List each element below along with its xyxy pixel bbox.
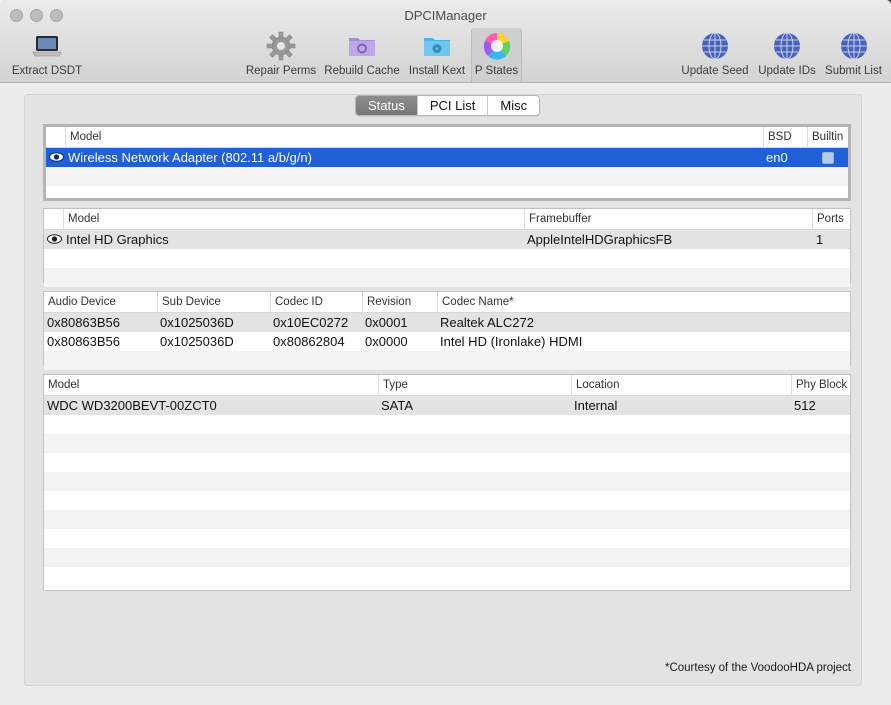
tab-pci-list[interactable]: PCI List <box>418 96 489 115</box>
dpcimanager-window: DPCIManager Extract DSDT Repair Perms Re… <box>0 0 891 705</box>
empty-row <box>44 453 850 472</box>
globe-icon <box>840 32 867 60</box>
column-header-ports[interactable]: Ports <box>812 209 850 230</box>
builtin-checkbox[interactable] <box>822 152 834 164</box>
update-ids-button[interactable]: Update IDs <box>754 28 820 82</box>
laptop-icon <box>32 36 62 57</box>
empty-row <box>44 249 850 268</box>
p-states-label: P States <box>474 65 519 77</box>
extract-dsdt-button[interactable]: Extract DSDT <box>8 28 86 82</box>
empty-row <box>44 548 850 567</box>
network-table[interactable]: Model BSD Builtin Wireless Network Adapt… <box>43 124 851 201</box>
window-title: DPCIManager <box>404 8 487 23</box>
update-seed-button[interactable]: Update Seed <box>678 28 752 82</box>
column-header-revision[interactable]: Revision <box>362 292 437 313</box>
audio-revision-cell: 0x0001 <box>365 315 408 330</box>
audio-codec-id-cell: 0x10EC0272 <box>273 315 349 330</box>
empty-row <box>44 415 850 434</box>
graphics-table[interactable]: Model Framebuffer Ports Intel HD Graphic… <box>43 208 851 287</box>
network-table-header: Model BSD Builtin <box>46 127 848 148</box>
column-header-icon <box>46 127 65 148</box>
tab-status[interactable]: Status <box>356 96 418 115</box>
p-states-button[interactable]: P States <box>471 28 522 82</box>
empty-row <box>44 491 850 510</box>
column-header-sub-device[interactable]: Sub Device <box>157 292 270 313</box>
folder-radiation-icon <box>424 38 450 56</box>
extract-dsdt-label: Extract DSDT <box>11 65 83 77</box>
title-bar: DPCIManager Extract DSDT Repair Perms Re… <box>0 0 891 83</box>
table-row[interactable]: WDC WD3200BEVT-00ZCT0 SATA Internal 512 <box>44 396 850 415</box>
eye-icon <box>47 234 62 244</box>
tab-misc[interactable]: Misc <box>488 96 539 115</box>
audio-sub-cell: 0x1025036D <box>160 315 234 330</box>
storage-phy-block-cell: 512 <box>794 398 816 413</box>
empty-row <box>44 351 850 370</box>
table-row[interactable]: Intel HD Graphics AppleIntelHDGraphicsFB… <box>44 230 850 249</box>
update-ids-label: Update IDs <box>758 65 816 77</box>
gear-icon <box>266 31 296 61</box>
audio-sub-cell: 0x1025036D <box>160 334 234 349</box>
storage-type-cell: SATA <box>381 398 414 413</box>
table-row[interactable]: 0x80863B56 0x1025036D 0x10EC0272 0x0001 … <box>44 313 850 332</box>
empty-row <box>44 434 850 453</box>
audio-codec-name-cell: Intel HD (Ironlake) HDMI <box>440 334 583 349</box>
install-kext-button[interactable]: Install Kext <box>405 28 469 82</box>
rebuild-cache-button[interactable]: Rebuild Cache <box>322 28 402 82</box>
install-kext-label: Install Kext <box>408 65 466 77</box>
audio-device-cell: 0x80863B56 <box>47 334 121 349</box>
column-header-codec-id[interactable]: Codec ID <box>270 292 362 313</box>
voodoohda-credit: *Courtesy of the VoodooHDA project <box>664 662 851 674</box>
storage-table-header: Model Type Location Phy Block <box>44 375 850 396</box>
empty-row <box>44 567 850 586</box>
repair-perms-button[interactable]: Repair Perms <box>243 28 319 82</box>
column-header-codec-name[interactable]: Codec Name* <box>437 292 850 313</box>
rebuild-cache-label: Rebuild Cache <box>324 65 400 77</box>
submit-list-label: Submit List <box>825 65 882 77</box>
audio-table-header: Audio Device Sub Device Codec ID Revisio… <box>44 292 850 313</box>
graphics-framebuffer-cell: AppleIntelHDGraphicsFB <box>527 232 673 247</box>
empty-row <box>46 167 848 186</box>
audio-table[interactable]: Audio Device Sub Device Codec ID Revisio… <box>43 291 851 370</box>
column-header-type[interactable]: Type <box>378 375 571 396</box>
audio-codec-name-cell: Realtek ALC272 <box>440 315 534 330</box>
column-header-icon <box>44 209 63 230</box>
empty-row <box>44 268 850 287</box>
empty-row <box>44 472 850 491</box>
globe-icon <box>774 32 800 60</box>
audio-device-cell: 0x80863B56 <box>47 315 121 330</box>
network-model-cell: Wireless Network Adapter (802.11 a/b/g/n… <box>68 150 312 165</box>
storage-table[interactable]: Model Type Location Phy Block WDC WD3200… <box>43 374 851 591</box>
column-header-location[interactable]: Location <box>571 375 791 396</box>
network-bsd-cell: en0 <box>766 150 788 165</box>
graphics-model-cell: Intel HD Graphics <box>66 232 169 247</box>
eye-icon <box>49 152 64 162</box>
audio-revision-cell: 0x0000 <box>365 334 408 349</box>
column-header-model[interactable]: Model <box>65 127 763 148</box>
folder-gear-icon <box>349 38 375 56</box>
storage-model-cell: WDC WD3200BEVT-00ZCT0 <box>47 398 217 413</box>
column-header-model[interactable]: Model <box>44 375 378 396</box>
table-row[interactable]: 0x80863B56 0x1025036D 0x80862804 0x0000 … <box>44 332 850 351</box>
submit-list-button[interactable]: Submit List <box>821 28 886 82</box>
column-header-builtin[interactable]: Builtin <box>807 127 849 148</box>
column-header-bsd[interactable]: BSD <box>763 127 807 148</box>
update-seed-label: Update Seed <box>681 65 749 77</box>
color-wheel-icon <box>483 33 510 60</box>
globe-icon <box>702 32 728 60</box>
empty-row <box>44 529 850 548</box>
graphics-table-header: Model Framebuffer Ports <box>44 209 850 230</box>
column-header-audio-device[interactable]: Audio Device <box>44 292 157 313</box>
column-header-framebuffer[interactable]: Framebuffer <box>524 209 812 230</box>
repair-perms-label: Repair Perms <box>245 65 317 77</box>
audio-codec-id-cell: 0x80862804 <box>273 334 345 349</box>
graphics-ports-cell: 1 <box>816 232 824 247</box>
tab-control: Status PCI List Misc <box>355 95 541 116</box>
storage-location-cell: Internal <box>574 398 618 413</box>
table-row[interactable]: Wireless Network Adapter (802.11 a/b/g/n… <box>46 148 848 167</box>
column-header-model[interactable]: Model <box>63 209 524 230</box>
empty-row <box>44 510 850 529</box>
column-header-phy-block[interactable]: Phy Block <box>791 375 850 396</box>
